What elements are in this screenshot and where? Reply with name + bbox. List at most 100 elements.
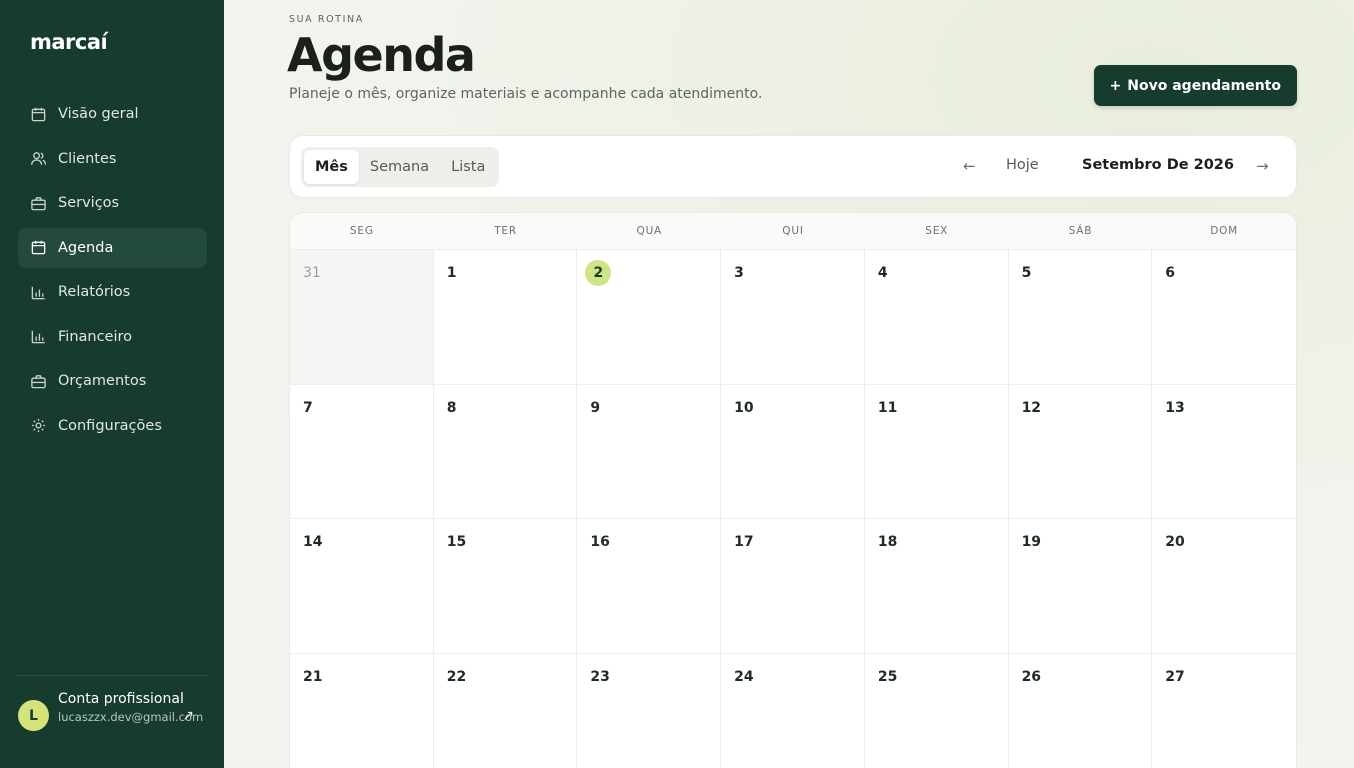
sidebar-item-visao-geral[interactable]: Visão geral xyxy=(18,94,207,134)
day-cell[interactable]: 24 xyxy=(721,653,865,768)
day-number: 6 xyxy=(1165,265,1176,281)
day-number: 19 xyxy=(1021,534,1042,550)
day-cell[interactable]: 18 xyxy=(864,519,1009,654)
new-appointment-label: Novo agendamento xyxy=(1127,77,1281,94)
day-cell[interactable]: 8 xyxy=(433,384,578,519)
tab-mes[interactable]: Mês xyxy=(304,150,359,184)
sidebar-item-label: Orçamentos xyxy=(58,373,147,389)
sidebar-item-label: Agenda xyxy=(58,239,114,256)
day-cell[interactable]: 11 xyxy=(864,384,1009,519)
day-cell[interactable]: 1 xyxy=(433,250,578,385)
day-cell[interactable]: 4 xyxy=(864,250,1009,385)
calendar-icon xyxy=(29,105,47,123)
today-button[interactable]: Hoje xyxy=(1006,157,1039,173)
account-email: lucaszzx.dev@gmail.com xyxy=(58,710,204,724)
day-cell[interactable]: 5 xyxy=(1008,250,1153,385)
sidebar-item-label: Relatórios xyxy=(58,284,131,300)
weekday-label: SÁB xyxy=(1068,225,1093,237)
app-logo[interactable]: marcaí xyxy=(30,30,108,54)
day-number: 26 xyxy=(1021,668,1042,685)
day-cell[interactable]: 21 xyxy=(290,653,434,768)
days-grid: 31 1 2 3 4 5 6 7 8 9 10 11 12 13 14 15 16 17 18 19 20 21 22 23 2… xyxy=(290,250,1296,768)
page-subtitle: Planeje o mês, organize materiais e acom… xyxy=(289,86,763,102)
month-calendar: SEG TER QUA QUI SEX SÁB DOM 31 1 2 3 4 5 6 7 8 9 10 11 12 1… xyxy=(289,212,1297,768)
day-cell[interactable]: 6 xyxy=(1152,250,1296,385)
day-number: 7 xyxy=(303,399,313,416)
page-eyebrow: SUA ROTINA xyxy=(289,14,364,25)
day-number: 10 xyxy=(734,399,754,416)
tab-semana[interactable]: Semana xyxy=(359,150,440,184)
sidebar-item-clientes[interactable]: Clientes xyxy=(18,139,207,179)
bar-chart-icon xyxy=(29,283,47,301)
briefcase-icon xyxy=(29,372,47,390)
account-info: Conta profissional lucaszzx.dev@gmail.co… xyxy=(58,690,204,724)
day-number: 2 xyxy=(585,260,612,286)
day-number: 11 xyxy=(877,399,898,416)
sidebar-item-financeiro[interactable]: Financeiro xyxy=(18,317,207,357)
sidebar-item-label: Clientes xyxy=(58,150,117,167)
sidebar-item-label: Configurações xyxy=(58,417,162,434)
day-number: 27 xyxy=(1165,668,1185,685)
day-cell[interactable]: 22 xyxy=(434,653,578,768)
tab-lista[interactable]: Lista xyxy=(440,150,496,184)
gear-icon xyxy=(29,417,47,435)
day-number: 18 xyxy=(877,534,898,550)
day-cell[interactable]: 23 xyxy=(577,653,722,768)
plus-icon: + xyxy=(1109,77,1122,94)
bar-chart-icon xyxy=(29,328,47,346)
day-number: 20 xyxy=(1165,534,1185,550)
weekday-label: TER xyxy=(494,225,517,237)
day-cell[interactable]: 14 xyxy=(290,519,434,654)
view-switch: Mês Semana Lista xyxy=(301,147,500,187)
account-card[interactable]: L Conta profissional lucaszzx.dev@gmail.… xyxy=(18,690,208,731)
day-cell[interactable]: 3 xyxy=(721,250,865,385)
day-number: 14 xyxy=(303,534,323,550)
day-number: 4 xyxy=(877,265,888,281)
day-cell[interactable]: 27 xyxy=(1152,654,1296,768)
external-link-icon[interactable]: ↗ xyxy=(182,708,194,724)
account-name: Conta profissional xyxy=(58,691,184,707)
day-number: 1 xyxy=(446,265,457,281)
weekday-label: SEG xyxy=(349,225,374,237)
day-cell[interactable]: 25 xyxy=(865,653,1009,768)
day-cell[interactable]: 19 xyxy=(1008,519,1153,654)
sidebar-item-label: Serviços xyxy=(58,195,120,211)
weekday-header: SEG TER QUA QUI SEX SÁB DOM xyxy=(290,213,1296,250)
day-cell[interactable]: 26 xyxy=(1009,653,1153,768)
day-number: 3 xyxy=(734,265,744,281)
weekday-label: DOM xyxy=(1210,225,1239,237)
weekday-label: SEX xyxy=(925,225,949,237)
day-cell[interactable]: 12 xyxy=(1008,384,1153,519)
briefcase-icon xyxy=(29,194,47,212)
sidebar-divider xyxy=(16,675,208,676)
next-month-button[interactable]: → xyxy=(1256,157,1269,175)
new-appointment-button[interactable]: + Novo agendamento xyxy=(1093,65,1297,106)
day-number: 17 xyxy=(734,534,754,550)
day-cell[interactable]: 20 xyxy=(1152,519,1296,654)
day-number: 5 xyxy=(1021,265,1032,281)
day-number: 12 xyxy=(1021,399,1042,416)
day-cell[interactable]: 13 xyxy=(1152,385,1296,519)
day-cell[interactable]: 9 xyxy=(577,384,722,519)
sidebar-item-orcamentos[interactable]: Orçamentos xyxy=(18,361,207,401)
day-cell[interactable]: 7 xyxy=(290,384,434,519)
day-cell[interactable]: 31 xyxy=(290,250,434,385)
day-number: 31 xyxy=(303,265,321,281)
sidebar: marcaí Visão geral Clientes Serviços Agenda… xyxy=(0,0,224,768)
main-content: SUA ROTINA Agenda Planeje o mês, organiz… xyxy=(224,0,1354,768)
day-cell-today[interactable]: 2 xyxy=(577,250,722,385)
day-number: 8 xyxy=(446,399,457,416)
day-cell[interactable]: 17 xyxy=(721,519,865,654)
day-cell[interactable]: 16 xyxy=(577,519,722,654)
day-cell[interactable]: 10 xyxy=(721,384,865,519)
sidebar-item-agenda[interactable]: Agenda xyxy=(18,227,207,268)
day-number: 22 xyxy=(446,668,467,685)
sidebar-item-configuracoes[interactable]: Configurações xyxy=(18,406,207,446)
day-cell[interactable]: 15 xyxy=(433,519,578,654)
sidebar-item-servicos[interactable]: Serviços xyxy=(18,183,207,223)
day-number: 24 xyxy=(734,668,754,685)
sidebar-item-relatorios[interactable]: Relatórios xyxy=(18,272,207,312)
day-number: 16 xyxy=(590,534,610,550)
calendar-toolbar: Mês Semana Lista ← Hoje Setembro De 2026 → xyxy=(289,135,1297,198)
prev-month-button[interactable]: ← xyxy=(963,157,976,175)
